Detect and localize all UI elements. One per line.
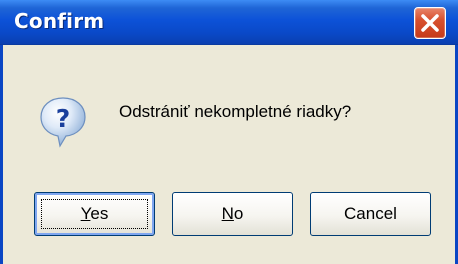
svg-text:?: ? [56, 104, 71, 133]
confirm-dialog: Confirm ? Odstrániť nekompletné riadky? … [0, 0, 458, 264]
title-bar[interactable]: Confirm [0, 0, 458, 45]
window-title: Confirm [14, 9, 105, 33]
yes-button[interactable]: Yes [34, 192, 155, 236]
focus-rectangle [41, 199, 148, 229]
close-button[interactable] [414, 7, 446, 39]
close-icon [421, 14, 439, 32]
window-border-left [0, 45, 3, 264]
cancel-button[interactable]: Cancel [310, 192, 431, 236]
no-button[interactable]: No [172, 192, 293, 236]
no-button-label: o [233, 204, 244, 223]
confirm-message: Odstrániť nekompletné riadky? [119, 102, 352, 121]
no-button-mnemonic: N [221, 204, 234, 223]
question-icon: ? [40, 97, 86, 148]
